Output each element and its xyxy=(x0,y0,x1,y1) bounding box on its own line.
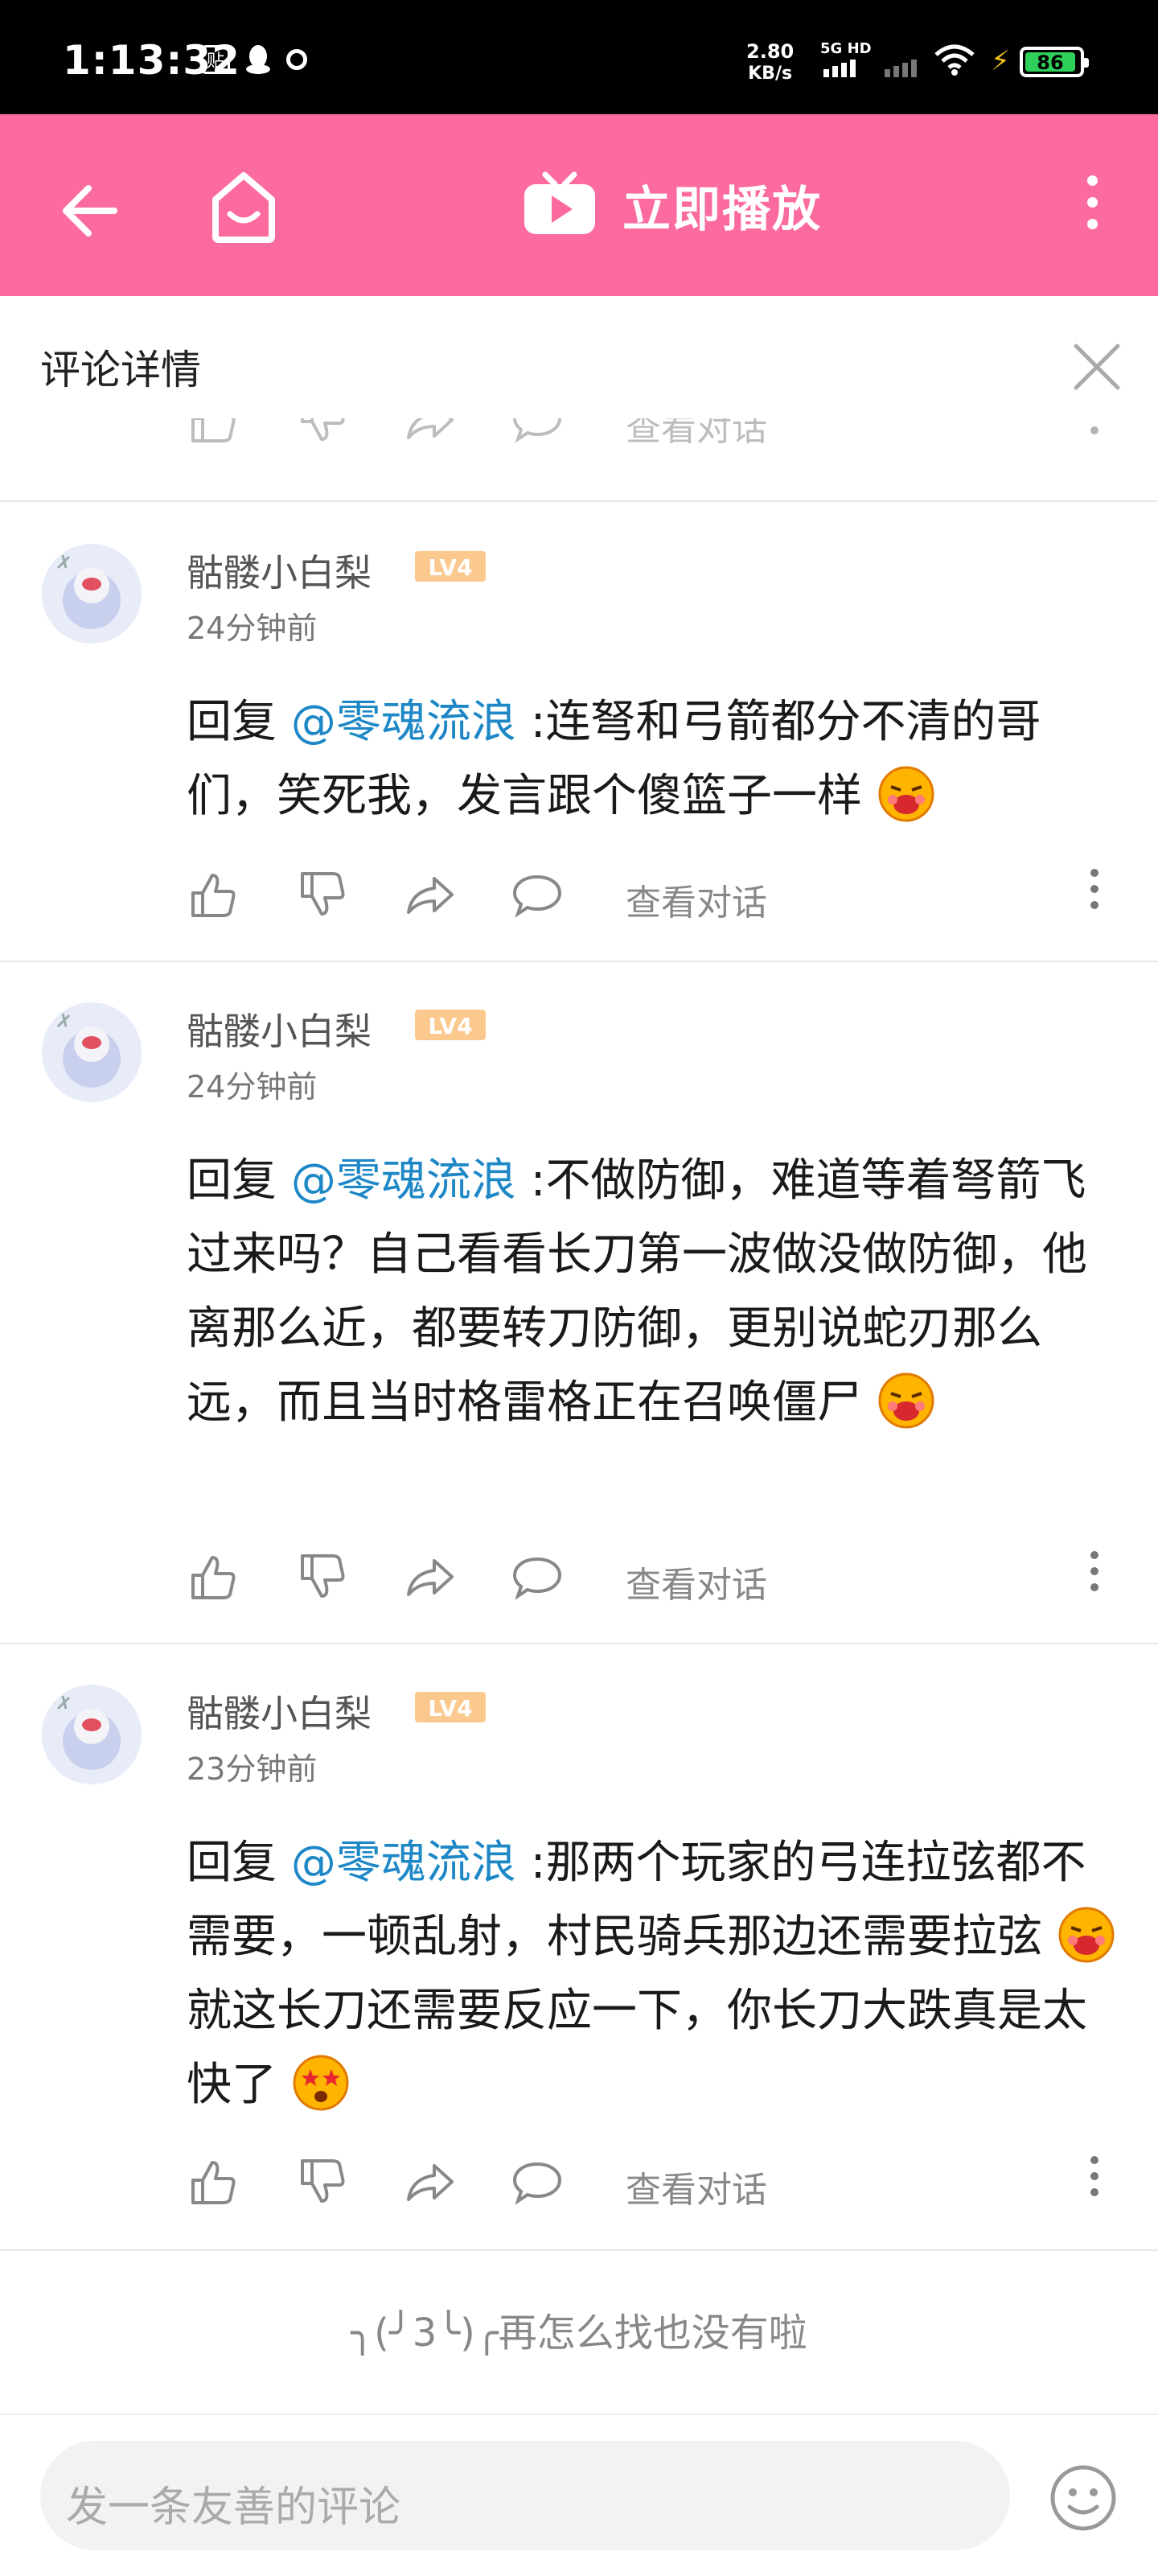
view-conversation-link[interactable]: 查看对话 xyxy=(626,1556,767,1607)
panel-title: 评论详情 xyxy=(40,347,201,393)
comment-input-placeholder: 发一条友善的评论 xyxy=(66,2483,401,2532)
comment-input-bar: 发一条友善的评论 xyxy=(0,2413,1158,2576)
comment-actions: 查看对话 xyxy=(187,1551,1135,1607)
comment-text: 回复 @零魂流浪 :不做防御，难道等着弩箭飞过来吗？自己看看长刀第一波做没做防御… xyxy=(187,1154,1087,1429)
wifi-icon xyxy=(934,44,975,76)
comment-text: 回复 @零魂流浪 :连弩和弓箭都分不清的哥们，笑死我，发言跟个傻篮子一样 xyxy=(187,696,1041,822)
partial-action-row: 查看对话 xyxy=(0,418,1158,467)
comment-icon[interactable] xyxy=(511,418,563,446)
dislike-icon[interactable] xyxy=(296,418,347,446)
comment-item: 骷髅小白梨 LV4 24分钟前 回复 @零魂流浪 :不做防御，难道等着弩箭飞过来… xyxy=(0,962,1158,1643)
end-of-list-message: ╮(╯3╰)╭再怎么找也没有啦 xyxy=(351,2311,807,2356)
dislike-icon[interactable] xyxy=(296,2156,347,2208)
comment-icon[interactable] xyxy=(511,2156,563,2208)
share-icon[interactable] xyxy=(404,1551,455,1603)
username[interactable]: 骷髅小白梨 xyxy=(187,1685,372,1738)
play-now-button[interactable]: 立即播放 xyxy=(521,171,822,241)
comment-icon[interactable] xyxy=(511,1551,563,1603)
level-badge: LV4 xyxy=(414,1691,487,1723)
level-badge: LV4 xyxy=(414,550,487,582)
avatar[interactable] xyxy=(42,1002,142,1102)
comment-icon[interactable] xyxy=(511,869,563,920)
battery-icon: 86 xyxy=(1020,47,1089,77)
comment-item: 骷髅小白梨 LV4 24分钟前 回复 @零魂流浪 :连弩和弓箭都分不清的哥们，笑… xyxy=(0,502,1158,961)
like-icon[interactable] xyxy=(187,2156,238,2208)
tieba-notification-icon: 贴 xyxy=(201,45,230,74)
starstruck-emoji-icon xyxy=(293,2055,349,2111)
avatar-image xyxy=(42,1685,142,1784)
comment-actions: 查看对话 xyxy=(187,869,1135,925)
more-options-icon[interactable] xyxy=(1082,869,1107,920)
dislike-icon[interactable] xyxy=(296,1551,347,1603)
partial-actions: 查看对话 xyxy=(187,418,1135,451)
username[interactable]: 骷髅小白梨 xyxy=(187,544,372,597)
signal-label: 5G HD xyxy=(820,40,872,57)
share-icon[interactable] xyxy=(404,2156,455,2208)
svg-text:LV4: LV4 xyxy=(428,1695,472,1722)
qq-penguin-icon xyxy=(246,45,270,74)
like-icon[interactable] xyxy=(187,418,238,446)
avatar[interactable] xyxy=(42,1685,142,1784)
mention-link[interactable]: @零魂流浪 xyxy=(291,1837,516,1889)
divider xyxy=(0,2249,1158,2251)
laughing-emoji-icon xyxy=(1058,1907,1115,1963)
comment-actions: 查看对话 xyxy=(187,2156,1135,2212)
signal-bars-secondary-icon xyxy=(885,60,917,77)
laughing-emoji-icon xyxy=(878,766,934,822)
share-icon[interactable] xyxy=(404,869,455,920)
close-icon[interactable] xyxy=(1070,339,1124,394)
status-notification-icons: 贴 xyxy=(201,43,307,76)
dislike-icon[interactable] xyxy=(296,869,347,920)
like-icon[interactable] xyxy=(187,1551,238,1603)
avatar-image xyxy=(42,1002,142,1102)
comment-item: 骷髅小白梨 LV4 23分钟前 回复 @零魂流浪 :那两个玩家的弓连拉弦都不需要… xyxy=(0,1644,1158,2248)
view-conversation-link[interactable]: 查看对话 xyxy=(626,2161,767,2212)
tv-play-icon xyxy=(524,171,595,234)
comment-detail-header: 评论详情 xyxy=(0,296,1158,438)
comment-time: 24分钟前 xyxy=(187,611,318,646)
more-options-icon[interactable] xyxy=(1082,418,1107,446)
avatar[interactable] xyxy=(42,544,142,644)
view-conversation-link[interactable]: 查看对话 xyxy=(626,874,767,925)
more-options-icon[interactable] xyxy=(1082,2156,1107,2208)
sync-icon xyxy=(286,49,307,70)
status-bar: 1:13:32 贴 2.80 KB/s 5G HD ⚡ 86 xyxy=(0,0,1158,114)
emoji-face-icon[interactable] xyxy=(1049,2463,1118,2533)
network-speed: 2.80 KB/s xyxy=(746,40,795,84)
comment-time: 23分钟前 xyxy=(187,1751,318,1787)
more-vertical-icon[interactable] xyxy=(1076,175,1108,240)
share-icon[interactable] xyxy=(404,418,455,446)
comment-text: 回复 @零魂流浪 :那两个玩家的弓连拉弦都不需要，一顿乱射，村民骑兵那边还需要拉… xyxy=(187,1826,1127,2122)
svg-text:LV4: LV4 xyxy=(428,1013,472,1039)
home-icon[interactable] xyxy=(207,167,280,245)
charging-icon: ⚡ xyxy=(991,45,1010,77)
comment-time: 24分钟前 xyxy=(187,1069,318,1105)
mention-link[interactable]: @零魂流浪 xyxy=(291,696,516,748)
view-conversation-link[interactable]: 查看对话 xyxy=(626,418,767,451)
mention-link[interactable]: @零魂流浪 xyxy=(291,1154,516,1207)
like-icon[interactable] xyxy=(187,869,238,920)
back-arrow-icon[interactable] xyxy=(56,179,121,243)
video-top-bar: 立即播放 xyxy=(0,114,1158,296)
username[interactable]: 骷髅小白梨 xyxy=(187,1002,372,1056)
svg-text:LV4: LV4 xyxy=(428,554,472,581)
comment-input[interactable]: 发一条友善的评论 xyxy=(40,2441,1010,2550)
signal-bars-icon xyxy=(823,60,856,77)
more-options-icon[interactable] xyxy=(1082,1551,1107,1603)
level-badge: LV4 xyxy=(414,1009,487,1041)
avatar-image xyxy=(42,544,142,644)
laughing-emoji-icon xyxy=(878,1372,934,1429)
play-now-label: 立即播放 xyxy=(622,182,822,238)
